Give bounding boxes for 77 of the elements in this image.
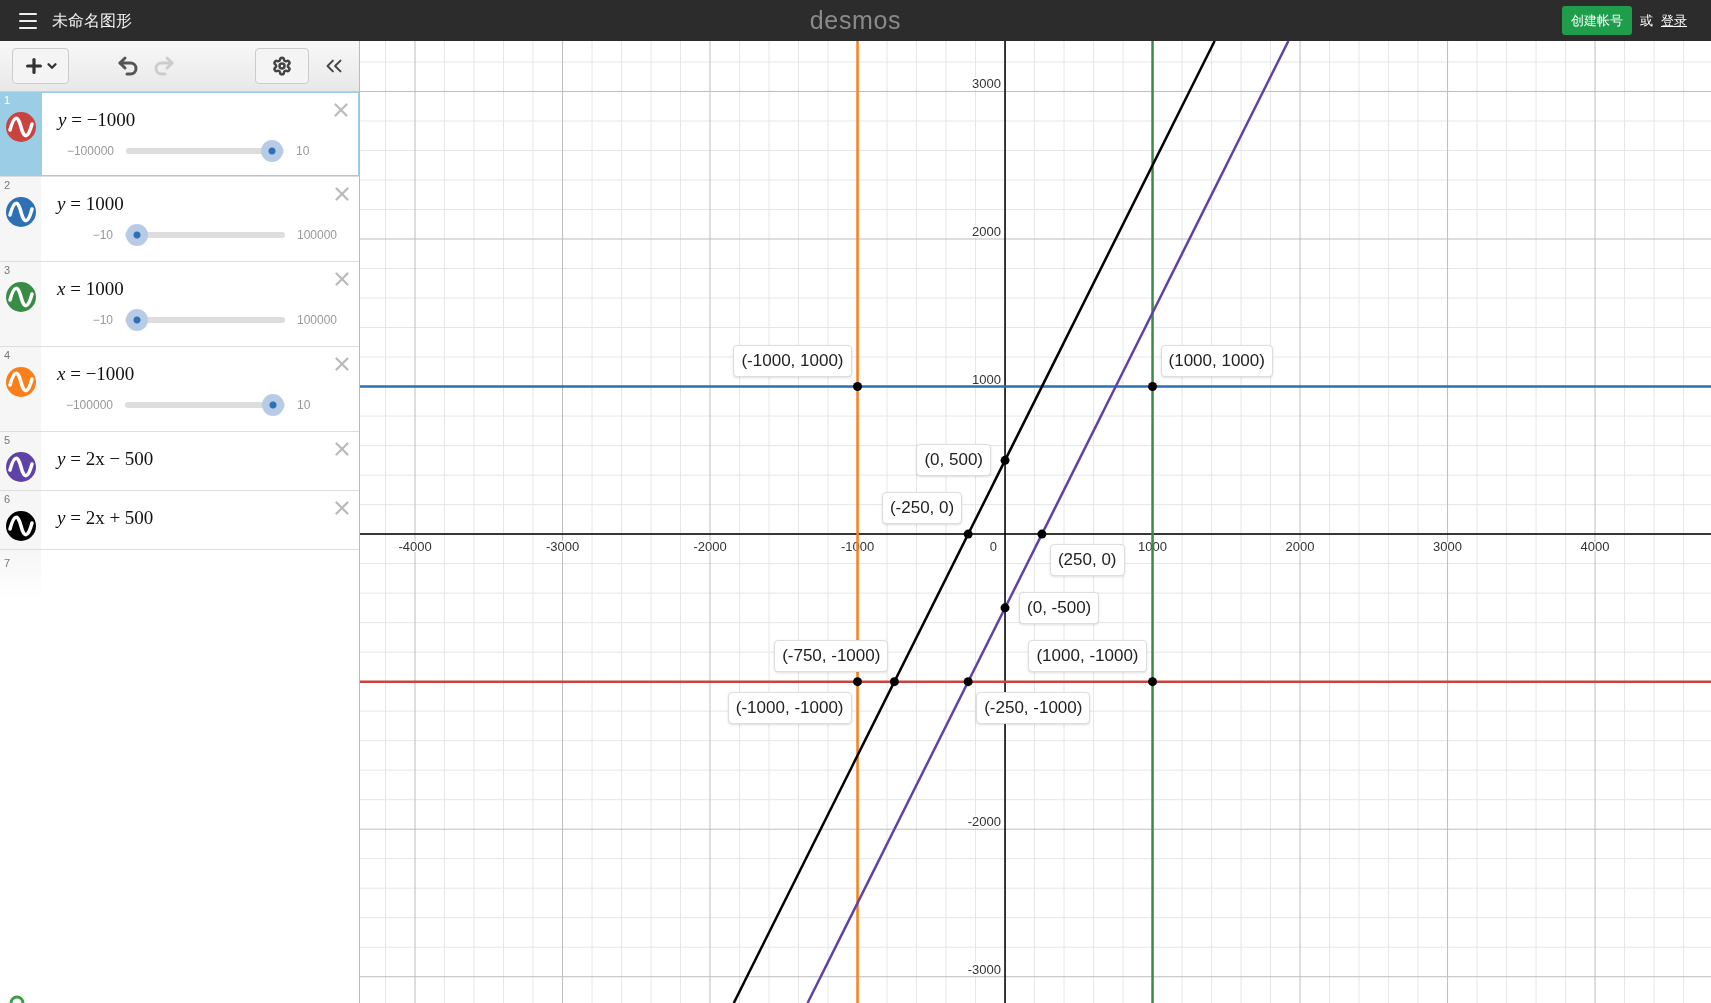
point-label: (1000, -1000) [1028, 639, 1147, 672]
graph-point[interactable] [1148, 677, 1158, 687]
row-number: 3 [3, 263, 12, 278]
slider-max: 100000 [297, 227, 339, 244]
axis-tick-label: 1000 [972, 371, 1002, 387]
graph-point[interactable] [1037, 529, 1047, 539]
origin-label: 0 [989, 539, 998, 555]
wave-icon [5, 367, 36, 397]
slider-thumb[interactable] [261, 394, 284, 416]
axis-tick-label: -2000 [693, 539, 727, 555]
point-label: (-750, -1000) [774, 639, 889, 672]
wave-icon [5, 511, 36, 541]
point-label: (250, 0) [1049, 544, 1125, 577]
slider-min: −100000 [64, 397, 113, 414]
expression-text[interactable]: x = −1000 [57, 362, 135, 386]
wave-icon [5, 112, 36, 142]
axis-tick-label: -3000 [545, 539, 580, 555]
login-link[interactable]: 登录 [1661, 10, 1687, 31]
slider-min: −10 [91, 227, 113, 244]
axis-tick-label: -3000 [967, 961, 1002, 977]
wave-icon [5, 282, 36, 312]
expression-text[interactable]: x = 1000 [57, 277, 124, 301]
axis-tick-label: 3000 [1433, 539, 1462, 555]
graph-point[interactable] [1000, 455, 1010, 465]
point-label: (0, -500) [1019, 591, 1100, 624]
expression-text[interactable]: y = 1000 [57, 192, 124, 216]
graph-point[interactable] [963, 529, 973, 539]
axis-tick-label: 3000 [972, 76, 1002, 92]
point-label: (-1000, -1000) [727, 691, 852, 724]
wave-icon [5, 452, 36, 482]
axis-tick-label: 2000 [1285, 539, 1315, 555]
slider-track[interactable] [125, 309, 285, 331]
axis-tick-label: -4000 [398, 539, 432, 555]
graph-point[interactable] [889, 677, 899, 687]
row-number: 5 [3, 433, 12, 448]
graph-point[interactable] [853, 677, 863, 687]
settings-button[interactable] [255, 48, 309, 84]
graph-point[interactable] [1148, 382, 1158, 392]
logo: desmos [809, 4, 902, 36]
point-label: (-1000, 1000) [733, 344, 852, 377]
point-label: (-250, -1000) [976, 691, 1091, 724]
graph-point[interactable] [1000, 603, 1010, 613]
axis-tick-label: 4000 [1580, 539, 1610, 555]
axis-tick-label: 2000 [972, 224, 1002, 239]
slider-track[interactable] [126, 140, 284, 162]
expression-text[interactable]: y = 2x + 500 [57, 506, 154, 530]
signup-button[interactable]: 创建帐号 [1562, 5, 1632, 36]
row-number: 7 [3, 557, 11, 569]
slider-track[interactable] [125, 224, 285, 246]
row-number: 4 [3, 348, 12, 363]
undo-icon[interactable] [116, 54, 140, 78]
graph-point[interactable] [963, 677, 973, 687]
point-label: (0, 500) [916, 444, 992, 477]
point-label: (1000, 1000) [1160, 344, 1273, 377]
slider-min: −100000 [65, 143, 114, 160]
row-number: 6 [3, 492, 12, 507]
row-number: 2 [3, 178, 12, 193]
slider-max: 10 [297, 397, 312, 414]
expression-text[interactable]: y = −1000 [58, 108, 136, 132]
settings-icon [272, 56, 292, 76]
or-text: 或 [1640, 11, 1653, 30]
ring-icon [9, 995, 25, 1003]
graph-title[interactable]: 未命名图形 [52, 8, 132, 33]
slider-track[interactable] [125, 394, 285, 416]
wave-icon [5, 197, 36, 227]
slider-thumb[interactable] [126, 224, 149, 246]
graph-point[interactable] [853, 382, 863, 392]
slider-max: 10 [296, 143, 311, 160]
slider-max: 100000 [297, 312, 339, 329]
slider-thumb[interactable] [260, 140, 283, 162]
axis-tick-label: -2000 [967, 814, 1002, 830]
expression-text[interactable]: y = 2x − 500 [57, 447, 154, 471]
point-label: (-250, 0) [881, 492, 963, 525]
row-number: 1 [3, 93, 12, 108]
add-button[interactable] [12, 48, 69, 84]
slider-thumb[interactable] [126, 309, 149, 331]
slider-min: −10 [91, 312, 113, 329]
